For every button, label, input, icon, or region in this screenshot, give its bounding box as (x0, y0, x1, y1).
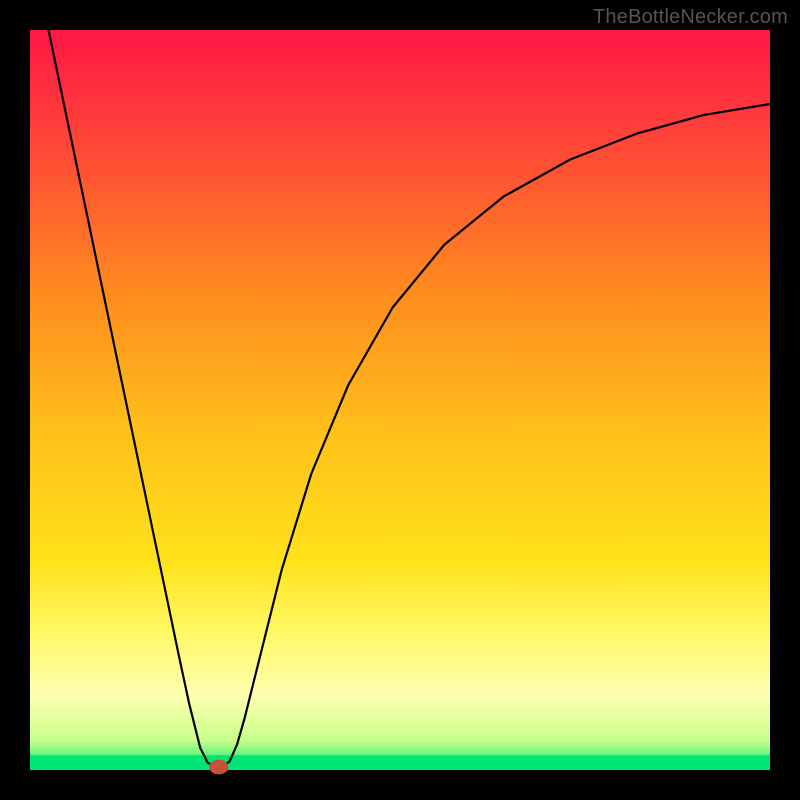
chart-canvas (0, 0, 800, 800)
optimal-point-marker (209, 760, 228, 775)
green-baseline-band (30, 755, 770, 770)
plot-background (30, 30, 770, 770)
watermark-text: TheBottleNecker.com (593, 6, 788, 29)
